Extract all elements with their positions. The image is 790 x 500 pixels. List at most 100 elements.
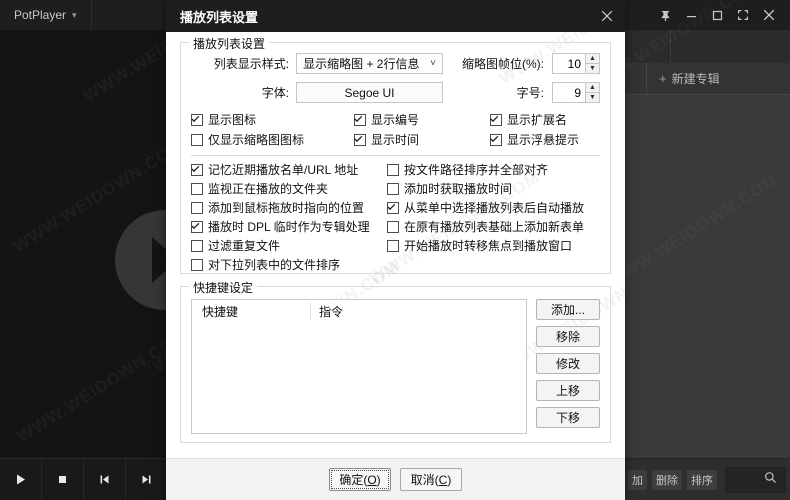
ok-button[interactable]: 确定(O) — [329, 468, 391, 491]
thumb-frame-label: 缩略图帧位(%): — [462, 57, 544, 71]
options-divider — [191, 155, 600, 156]
pin-icon[interactable] — [652, 0, 678, 30]
fullscreen-icon[interactable] — [730, 0, 756, 30]
add-hotkey-button[interactable]: 添加... — [536, 299, 600, 320]
checkbox-dpl-as-album[interactable]: 播放时 DPL 临时作为专辑处理 — [191, 221, 387, 233]
move-down-button[interactable]: 下移 — [536, 407, 600, 428]
checkbox-add-at-drop-position[interactable]: 添加到鼠标拖放时指向的位置 — [191, 202, 387, 214]
cancel-button[interactable]: 取消(C) — [400, 468, 462, 491]
checkbox-show-number[interactable]: 显示编号 — [354, 114, 490, 126]
window-buttons — [652, 0, 790, 30]
playlist-items-area[interactable]: WWW.WEIDOWN.COM WWW.WEIDOWN.COM — [624, 95, 790, 458]
checkbox-show-extension[interactable]: 显示扩展名 — [490, 114, 600, 126]
checkbox-label: 仅显示缩略图图标 — [208, 133, 305, 147]
checkbox-label: 显示图标 — [208, 113, 257, 127]
playlist-search-input[interactable] — [725, 466, 786, 493]
playlist-delete-button[interactable]: 删除 — [652, 469, 682, 490]
behavior-options-grid: 记忆近期播放名单/URL 地址 按文件路径排序并全部对齐 监视正在播放的文件夹 … — [191, 164, 600, 271]
next-icon[interactable] — [126, 458, 168, 500]
checkbox-label: 对下拉列表中的文件排序 — [208, 258, 341, 272]
checkbox-label: 在原有播放列表基础上添加新表单 — [404, 220, 585, 234]
checkbox-remember-recent[interactable]: 记忆近期播放名单/URL 地址 — [191, 164, 387, 176]
hotkey-list-header: 快捷键 指令 — [192, 300, 526, 322]
spinner-down-icon[interactable]: ▼ — [585, 92, 600, 103]
checkbox-box — [387, 221, 399, 233]
checkbox-label: 记忆近期播放名单/URL 地址 — [208, 163, 359, 177]
spinner-up-icon[interactable]: ▲ — [585, 82, 600, 92]
hotkey-column-command[interactable]: 指令 — [310, 302, 520, 320]
checkbox-box — [387, 183, 399, 195]
checkbox-thumbnail-only[interactable]: 仅显示缩略图图标 — [191, 134, 354, 146]
potplayer-menu-button[interactable]: PotPlayer ▾ — [0, 0, 92, 30]
checkbox-label: 显示扩展名 — [507, 113, 568, 127]
watermark: WWW.WEIDOWN.COM — [361, 32, 539, 37]
new-album-label: 新建专辑 — [671, 72, 720, 86]
edit-hotkey-button[interactable]: 修改 — [536, 353, 600, 374]
ok-button-accesskey: O — [367, 472, 377, 487]
checkbox-focus-player-on-play[interactable]: 开始播放时转移焦点到播放窗口 — [387, 240, 600, 252]
list-style-select[interactable]: 显示缩略图 + 2行信息 ˅ — [296, 53, 443, 74]
checkbox-filter-duplicates[interactable]: 过滤重复文件 — [191, 240, 387, 252]
checkbox-show-tooltip[interactable]: 显示浮悬提示 — [490, 134, 600, 146]
spinner-up-icon[interactable]: ▲ — [585, 53, 600, 63]
hotkey-list[interactable]: 快捷键 指令 — [191, 299, 527, 434]
dialog-titlebar: 播放列表设置 — [166, 0, 625, 32]
checkbox-box — [354, 134, 366, 146]
watermark: WWW.WEIDOWN.COM — [604, 170, 782, 291]
checkbox-watch-folder[interactable]: 监视正在播放的文件夹 — [191, 183, 387, 195]
checkbox-box — [387, 202, 399, 214]
checkbox-label: 从菜单中选择播放列表后自动播放 — [404, 201, 585, 215]
checkbox-box — [191, 164, 203, 176]
playlist-add-button[interactable]: 加 — [628, 469, 647, 490]
checkbox-label: 播放时 DPL 临时作为专辑处理 — [208, 220, 370, 234]
checkbox-box — [490, 114, 502, 126]
maximize-icon[interactable] — [704, 0, 730, 30]
playlist-tab-a[interactable] — [624, 30, 671, 63]
new-album-row-gutter — [624, 62, 647, 95]
font-size-value[interactable]: 9 — [552, 82, 585, 103]
hotkey-area: 快捷键 指令 添加... 移除 修改 上移 下移 — [191, 299, 600, 434]
checkbox-autoplay-from-menu[interactable]: 从菜单中选择播放列表后自动播放 — [387, 202, 600, 214]
checkbox-label: 过滤重复文件 — [208, 239, 281, 253]
new-album-row[interactable]: + 新建专辑 — [624, 62, 790, 95]
checkbox-sort-by-path[interactable]: 按文件路径排序并全部对齐 — [387, 164, 600, 176]
chevron-down-icon: ▾ — [72, 9, 77, 20]
new-album-button[interactable]: + 新建专辑 — [647, 70, 720, 87]
playlist-settings-group: 播放列表设置 列表显示样式: 显示缩略图 + 2行信息 ˅ 缩略图帧位(%): … — [180, 35, 611, 274]
checkbox-box — [387, 240, 399, 252]
hotkey-column-key[interactable]: 快捷键 — [192, 303, 310, 320]
playlist-panel-tabs — [624, 30, 790, 63]
stop-icon[interactable] — [42, 458, 84, 500]
chevron-down-icon: ˅ — [430, 58, 436, 69]
potplayer-menu-label: PotPlayer — [14, 8, 67, 22]
thumb-frame-value[interactable]: 10 — [552, 53, 585, 74]
checkbox-append-to-existing[interactable]: 在原有播放列表基础上添加新表单 — [387, 221, 600, 233]
checkbox-label: 显示时间 — [371, 133, 420, 147]
checkbox-box — [191, 221, 203, 233]
checkbox-fetch-duration-on-add[interactable]: 添加时获取播放时间 — [387, 183, 600, 195]
checkbox-label: 添加到鼠标拖放时指向的位置 — [208, 201, 365, 215]
playlist-panel: + 新建专辑 WWW.WEIDOWN.COM WWW.WEIDOWN.COM — [624, 30, 790, 458]
font-size-stepper[interactable]: 9 ▲ ▼ — [552, 82, 600, 103]
checkbox-show-time[interactable]: 显示时间 — [354, 134, 490, 146]
close-icon[interactable] — [589, 0, 625, 32]
spinner-down-icon[interactable]: ▼ — [585, 63, 600, 74]
playlist-tab-b[interactable] — [671, 30, 790, 63]
list-style-label: 列表显示样式: — [213, 57, 290, 71]
move-up-button[interactable]: 上移 — [536, 380, 600, 401]
playlist-sort-button[interactable]: 排序 — [687, 469, 717, 490]
thumb-frame-stepper[interactable]: 10 ▲ ▼ — [552, 53, 600, 74]
font-button[interactable]: Segoe UI — [296, 82, 443, 103]
checkbox-box — [191, 240, 203, 252]
display-options-grid: 显示图标 显示编号 显示扩展名 仅显示缩略图图标 显示时间 显示浮悬提示 — [191, 114, 600, 146]
checkbox-show-icon[interactable]: 显示图标 — [191, 114, 354, 126]
checkbox-label: 开始播放时转移焦点到播放窗口 — [404, 239, 573, 253]
checkbox-sort-dropdown-files[interactable]: 对下拉列表中的文件排序 — [191, 259, 387, 271]
remove-hotkey-button[interactable]: 移除 — [536, 326, 600, 347]
play-icon[interactable] — [0, 458, 42, 500]
close-icon[interactable] — [756, 0, 782, 30]
previous-icon[interactable] — [84, 458, 126, 500]
list-style-row: 列表显示样式: 显示缩略图 + 2行信息 ˅ 缩略图帧位(%): 10 ▲ ▼ — [191, 53, 600, 74]
minimize-icon[interactable] — [678, 0, 704, 30]
search-icon — [764, 471, 777, 489]
